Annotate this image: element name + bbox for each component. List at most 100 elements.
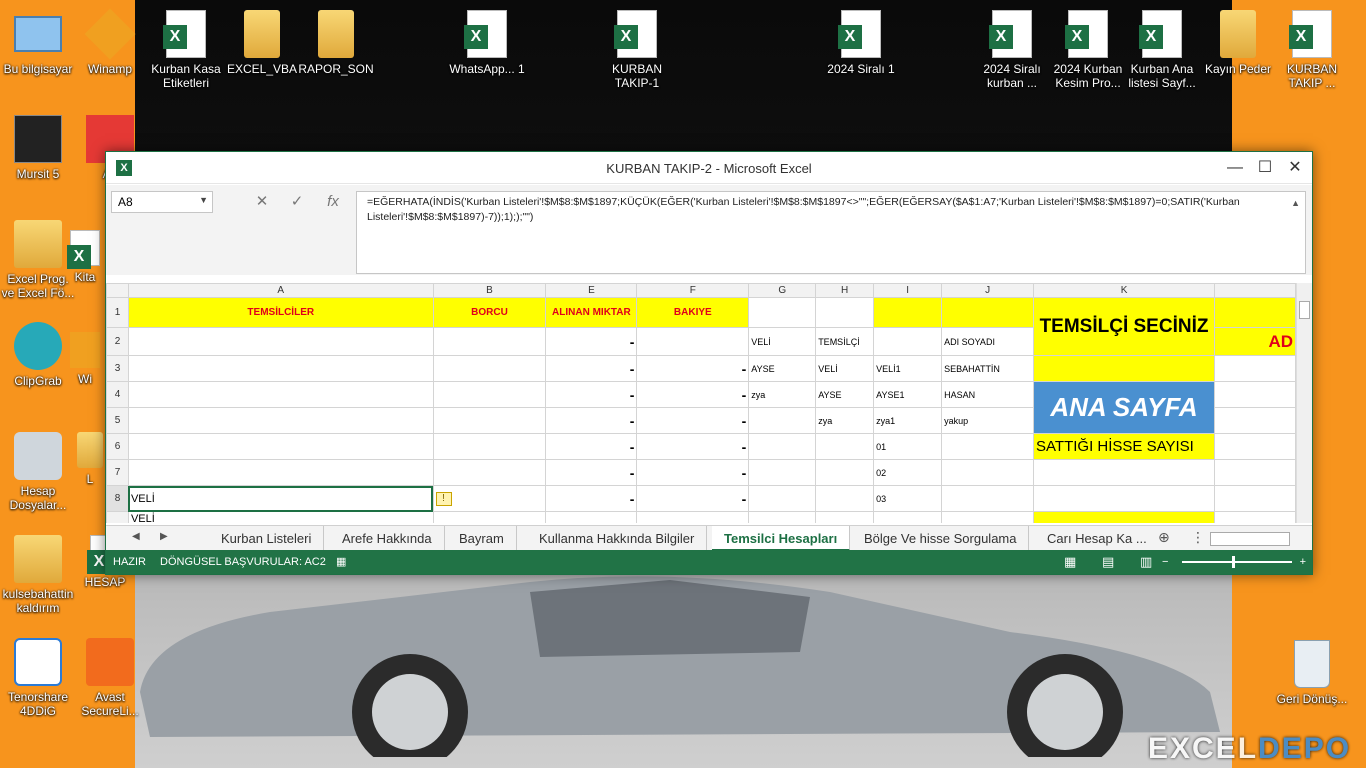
- cell[interactable]: [127, 381, 434, 408]
- cell[interactable]: [127, 407, 434, 434]
- cell[interactable]: -: [636, 433, 750, 460]
- column-header[interactable]: E: [545, 283, 638, 298]
- cell[interactable]: !: [432, 485, 547, 512]
- tab-arefe-hakkinda[interactable]: Arefe Hakkında: [330, 526, 445, 551]
- vertical-scrollbar[interactable]: [1296, 283, 1312, 523]
- page-layout-icon[interactable]: ▤: [1102, 550, 1114, 574]
- zoom-slider[interactable]: [1182, 556, 1292, 568]
- cell[interactable]: -: [545, 433, 638, 460]
- cell[interactable]: [1214, 433, 1296, 460]
- row-header[interactable]: 4: [106, 381, 129, 408]
- cell[interactable]: -: [545, 381, 638, 408]
- maximize-button[interactable]: ☐: [1250, 156, 1280, 180]
- column-header[interactable]: I: [873, 283, 943, 298]
- row-header[interactable]: 5: [106, 407, 129, 434]
- cell[interactable]: -: [545, 355, 638, 382]
- desktop-icon-excel-vba[interactable]: EXCEL_VBA: [224, 10, 300, 76]
- desktop-icon-hesap-dosyalar[interactable]: Hesap Dosyalar...: [0, 432, 76, 512]
- cell[interactable]: zya: [748, 381, 817, 408]
- cell[interactable]: -: [636, 355, 750, 382]
- desktop-icon-2024-kurban-kesim[interactable]: 2024 Kurban Kesim Pro...: [1050, 10, 1126, 90]
- cell[interactable]: [432, 407, 547, 434]
- cell[interactable]: AYSE1: [873, 381, 943, 408]
- cell[interactable]: 01: [873, 433, 943, 460]
- cell[interactable]: AYSE: [815, 381, 875, 408]
- worksheet-grid[interactable]: A B E F G H I J K 1 TEMSİLCİLER BORCU AL…: [106, 283, 1296, 523]
- active-cell-a8[interactable]: VELİ: [127, 485, 434, 512]
- zoom-knob[interactable]: [1232, 556, 1235, 568]
- cell[interactable]: [127, 355, 434, 382]
- cell[interactable]: [432, 511, 547, 523]
- desktop-icon-whatsapp[interactable]: WhatsApp... 1: [449, 10, 525, 76]
- tab-bolge-ve-hisse[interactable]: Bölge Ve hisse Sorgulama: [852, 526, 1030, 551]
- tab-prev-icon[interactable]: ◀: [132, 531, 140, 542]
- desktop-icon-kayin-peder[interactable]: Kayın Peder: [1200, 10, 1276, 76]
- row-header[interactable]: 1: [106, 297, 129, 328]
- column-header[interactable]: H: [815, 283, 875, 298]
- horizontal-scrollbar[interactable]: [1210, 532, 1290, 546]
- temsilci-dropdown-cell[interactable]: [1033, 355, 1216, 382]
- cell[interactable]: TEMSİLÇİ: [815, 327, 875, 356]
- cell[interactable]: VELİ: [127, 511, 434, 523]
- cell[interactable]: [1214, 407, 1296, 434]
- cell[interactable]: VELİ: [748, 327, 817, 356]
- cell[interactable]: [1214, 297, 1296, 328]
- cell[interactable]: -: [636, 459, 750, 486]
- tab-next-icon[interactable]: ▶: [160, 531, 168, 542]
- macro-record-icon[interactable]: ▦: [336, 550, 346, 574]
- row-header[interactable]: [106, 511, 129, 523]
- cell[interactable]: [1214, 381, 1296, 408]
- cell[interactable]: [815, 511, 875, 523]
- cell[interactable]: [748, 511, 817, 523]
- desktop-icon-kulsebahattin[interactable]: kulsebahattin kaldırım: [0, 535, 76, 615]
- cell[interactable]: [815, 485, 875, 512]
- cell[interactable]: [1214, 485, 1296, 512]
- warning-icon[interactable]: !: [435, 491, 452, 506]
- cell[interactable]: zya: [815, 407, 875, 434]
- desktop-icon-kurban-ana-listesi[interactable]: Kurban Ana listesi Sayf...: [1124, 10, 1200, 90]
- cell[interactable]: [815, 459, 875, 486]
- column-header[interactable]: A: [127, 283, 434, 298]
- desktop-icon-2024-sirali-kurban[interactable]: 2024 Siralı kurban ...: [974, 10, 1050, 90]
- cell[interactable]: -: [545, 407, 638, 434]
- formula-input[interactable]: =EĞERHATA(İNDİS('Kurban Listeleri'!$M$8:…: [356, 191, 1306, 274]
- row-header[interactable]: 2: [106, 327, 129, 356]
- cell[interactable]: HASAN: [941, 381, 1035, 408]
- cell[interactable]: VELİ1: [873, 355, 943, 382]
- column-header[interactable]: B: [432, 283, 547, 298]
- desktop-icon-avast[interactable]: Avast SecureLi...: [72, 638, 148, 718]
- select-all-corner[interactable]: [106, 283, 129, 298]
- cell[interactable]: [432, 327, 547, 356]
- desktop-icon-kurban-takip-1[interactable]: KURBAN TAKIP-1: [599, 10, 675, 90]
- cell[interactable]: [1033, 511, 1216, 523]
- cell[interactable]: [873, 297, 943, 328]
- tab-kullanma-hakkinda[interactable]: Kullanma Hakkında Bilgiler: [527, 526, 708, 551]
- cell[interactable]: VELİ: [815, 355, 875, 382]
- cell[interactable]: [748, 485, 817, 512]
- tab-kurban-listeleri[interactable]: Kurban Listeleri: [209, 526, 325, 551]
- tab-bayram[interactable]: Bayram: [447, 526, 517, 551]
- cell[interactable]: [545, 511, 638, 523]
- cell[interactable]: AYSE: [748, 355, 817, 382]
- cell[interactable]: AD: [1214, 327, 1296, 356]
- sattigi-hisse-label[interactable]: SATTIĞI HİSSE SAYISI: [1033, 433, 1216, 460]
- cell[interactable]: [1033, 459, 1216, 486]
- cell[interactable]: [873, 327, 943, 356]
- row-header[interactable]: 8: [106, 485, 129, 512]
- name-box[interactable]: A8 ▼: [111, 191, 213, 213]
- cell[interactable]: [432, 459, 547, 486]
- cell[interactable]: -: [636, 407, 750, 434]
- desktop-icon-kita[interactable]: Kita: [60, 230, 110, 284]
- cell[interactable]: [815, 433, 875, 460]
- cell[interactable]: [941, 297, 1035, 328]
- cell[interactable]: 03: [873, 485, 943, 512]
- page-break-icon[interactable]: ▥: [1140, 550, 1152, 574]
- desktop-icon-kurban-takip[interactable]: KURBAN TAKIP ...: [1276, 10, 1348, 90]
- cell-header-alinan[interactable]: ALINAN MIKTAR: [545, 297, 638, 328]
- cell[interactable]: [636, 327, 750, 356]
- close-button[interactable]: ✕: [1280, 156, 1310, 180]
- cell[interactable]: [873, 511, 943, 523]
- minimize-button[interactable]: —: [1220, 156, 1250, 180]
- cell[interactable]: [941, 485, 1035, 512]
- tab-temsilci-hesaplari[interactable]: Temsilci Hesapları: [712, 526, 851, 551]
